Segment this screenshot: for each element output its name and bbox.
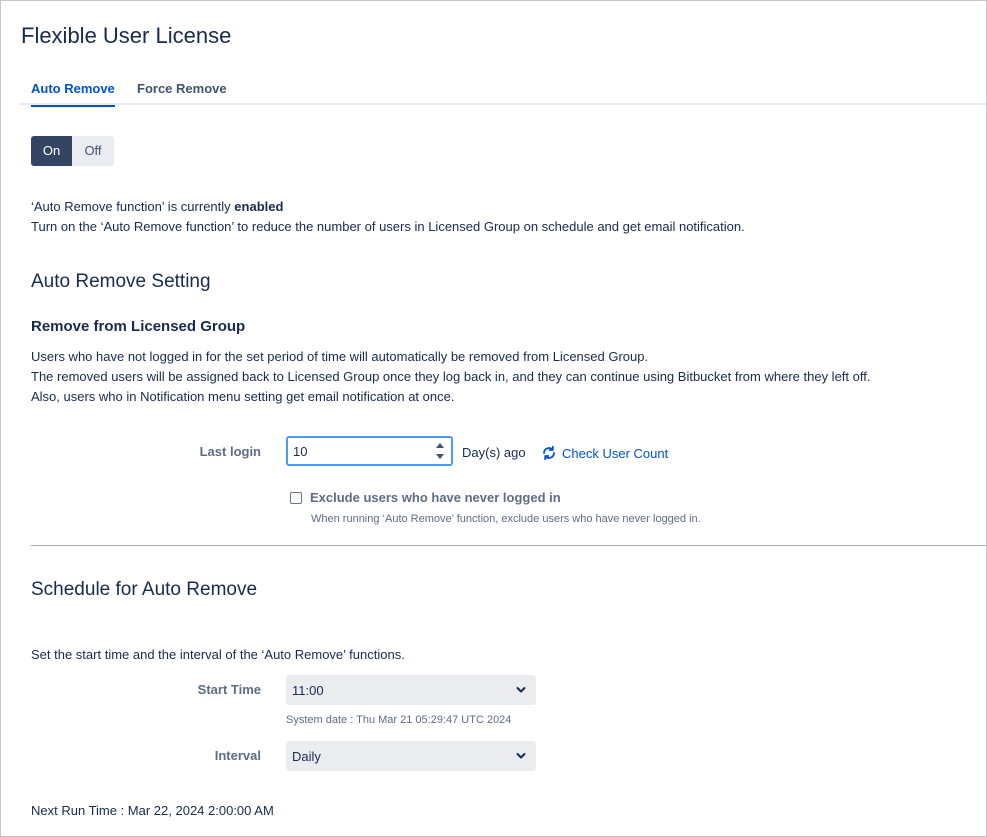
- exclude-help-text: When running ‘Auto Remove’ function, exc…: [311, 513, 701, 525]
- page-title: Flexible User License: [21, 23, 232, 48]
- schedule-heading: Schedule for Auto Remove: [31, 579, 258, 600]
- schedule-description: Set the start time and the interval of t…: [31, 647, 405, 662]
- interval-select[interactable]: Daily: [286, 741, 536, 771]
- toggle-on-button[interactable]: On: [31, 136, 72, 166]
- app-frame: Flexible User License Auto Remove Force …: [0, 0, 987, 837]
- start-time-label: Start Time: [197, 682, 261, 697]
- section-divider: [31, 545, 986, 546]
- start-time-value: 11:00: [292, 683, 324, 698]
- setting-description-line: The removed users will be assigned back …: [31, 369, 871, 384]
- system-date-text: System date : Thu Mar 21 05:29:47 UTC 20…: [286, 714, 512, 726]
- setting-description-line: Also, users who in Notification menu set…: [31, 389, 455, 404]
- last-login-unit: Day(s) ago: [462, 445, 526, 460]
- next-run-time: Next Run Time : Mar 22, 2024 2:00:00 AM: [31, 803, 274, 818]
- tab-auto-remove[interactable]: Auto Remove: [19, 81, 127, 107]
- interval-value: Daily: [292, 749, 321, 764]
- exclude-never-logged-checkbox[interactable]: [290, 491, 302, 504]
- chevron-down-icon: [516, 753, 526, 759]
- interval-label: Interval: [214, 748, 261, 763]
- last-login-input-wrapper: [286, 436, 453, 466]
- chevron-down-icon: [516, 687, 526, 693]
- last-login-input[interactable]: [288, 438, 418, 464]
- check-user-count-link[interactable]: Check User Count: [541, 445, 668, 461]
- remove-from-licensed-group-heading: Remove from Licensed Group: [31, 318, 246, 335]
- setting-description-line: Users who have not logged in for the set…: [31, 349, 649, 364]
- spinner-down-icon[interactable]: [436, 454, 444, 459]
- status-description: Turn on the ‘Auto Remove function’ to re…: [31, 219, 745, 234]
- status-state: enabled: [234, 199, 284, 214]
- start-time-select[interactable]: 11:00: [286, 675, 536, 705]
- spinner-up-icon[interactable]: [436, 443, 444, 448]
- check-user-count-label: Check User Count: [562, 445, 669, 461]
- tab-force-remove[interactable]: Force Remove: [125, 81, 239, 105]
- spinner-icon[interactable]: [435, 442, 445, 460]
- refresh-icon: [543, 445, 555, 461]
- last-login-label: Last login: [199, 444, 261, 459]
- auto-remove-toggle: On Off: [31, 136, 114, 166]
- status-line: ‘Auto Remove function’ is currently enab…: [31, 199, 283, 214]
- status-prefix: ‘Auto Remove function’ is currently: [31, 199, 231, 214]
- tab-bar: Auto Remove Force Remove: [19, 81, 986, 107]
- exclude-never-logged-label[interactable]: Exclude users who have never logged in: [310, 490, 561, 505]
- exclude-never-logged-row: Exclude users who have never logged in: [290, 490, 561, 505]
- toggle-off-button[interactable]: Off: [72, 136, 114, 166]
- auto-remove-setting-heading: Auto Remove Setting: [31, 271, 211, 292]
